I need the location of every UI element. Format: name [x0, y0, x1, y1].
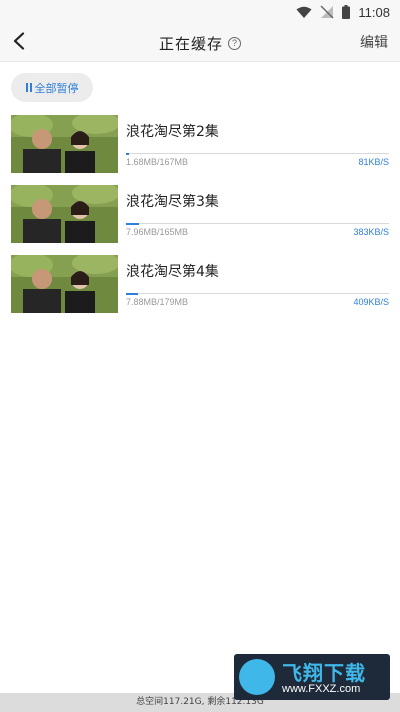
status-icons: 11:08	[296, 3, 390, 21]
watermark-url: www.FXXZ.com	[282, 683, 361, 695]
header: 正在缓存 ? 编辑	[0, 24, 400, 62]
video-thumbnail	[11, 185, 118, 243]
download-list: 浪花淘尽第2集 1.68MB/167MB 81KB/S 浪花淘尽第3集 7.96…	[11, 115, 391, 325]
episode-title: 浪花淘尽第4集	[126, 264, 219, 280]
episode-title: 浪花淘尽第2集	[126, 124, 219, 140]
download-speed: 383KB/S	[353, 227, 389, 237]
progress-bar	[126, 292, 389, 295]
battery-icon	[342, 5, 351, 19]
wifi-icon	[296, 6, 312, 19]
episode-title: 浪花淘尽第3集	[126, 194, 219, 210]
progress-fill	[126, 292, 138, 295]
video-thumbnail	[11, 255, 118, 313]
edit-button[interactable]: 编辑	[360, 24, 388, 62]
download-size: 7.88MB/179MB	[126, 297, 189, 307]
watermark-title: 飞翔下载	[282, 661, 366, 685]
back-button[interactable]	[4, 28, 34, 58]
pause-all-label: 全部暂停	[34, 81, 79, 95]
progress-bar	[126, 152, 389, 155]
progress-bar	[126, 222, 389, 225]
download-speed: 409KB/S	[353, 297, 389, 307]
download-item[interactable]: 浪花淘尽第3集 7.96MB/165MB 383KB/S	[11, 185, 391, 255]
progress-fill	[126, 152, 129, 155]
video-thumbnail	[11, 115, 118, 173]
bird-logo-icon	[239, 659, 275, 695]
pause-all-button[interactable]: 全部暂停	[11, 73, 93, 102]
page-title: 正在缓存	[158, 34, 223, 53]
no-signal-icon	[320, 5, 334, 19]
help-icon[interactable]: ?	[228, 36, 241, 50]
download-item[interactable]: 浪花淘尽第2集 1.68MB/167MB 81KB/S	[11, 115, 391, 185]
download-speed: 81KB/S	[358, 157, 389, 167]
back-arrow-icon	[12, 32, 26, 54]
download-size: 7.96MB/165MB	[126, 227, 189, 237]
watermark-logo: 飞翔下载 www.FXXZ.com	[234, 654, 390, 700]
pause-icon	[25, 83, 32, 92]
download-size: 1.68MB/167MB	[126, 157, 189, 167]
download-item[interactable]: 浪花淘尽第4集 7.88MB/179MB 409KB/S	[11, 255, 391, 325]
status-time: 11:08	[358, 4, 390, 20]
progress-fill	[126, 222, 139, 225]
title-wrap: 正在缓存 ?	[0, 24, 400, 62]
status-bar: 11:08	[0, 0, 400, 24]
